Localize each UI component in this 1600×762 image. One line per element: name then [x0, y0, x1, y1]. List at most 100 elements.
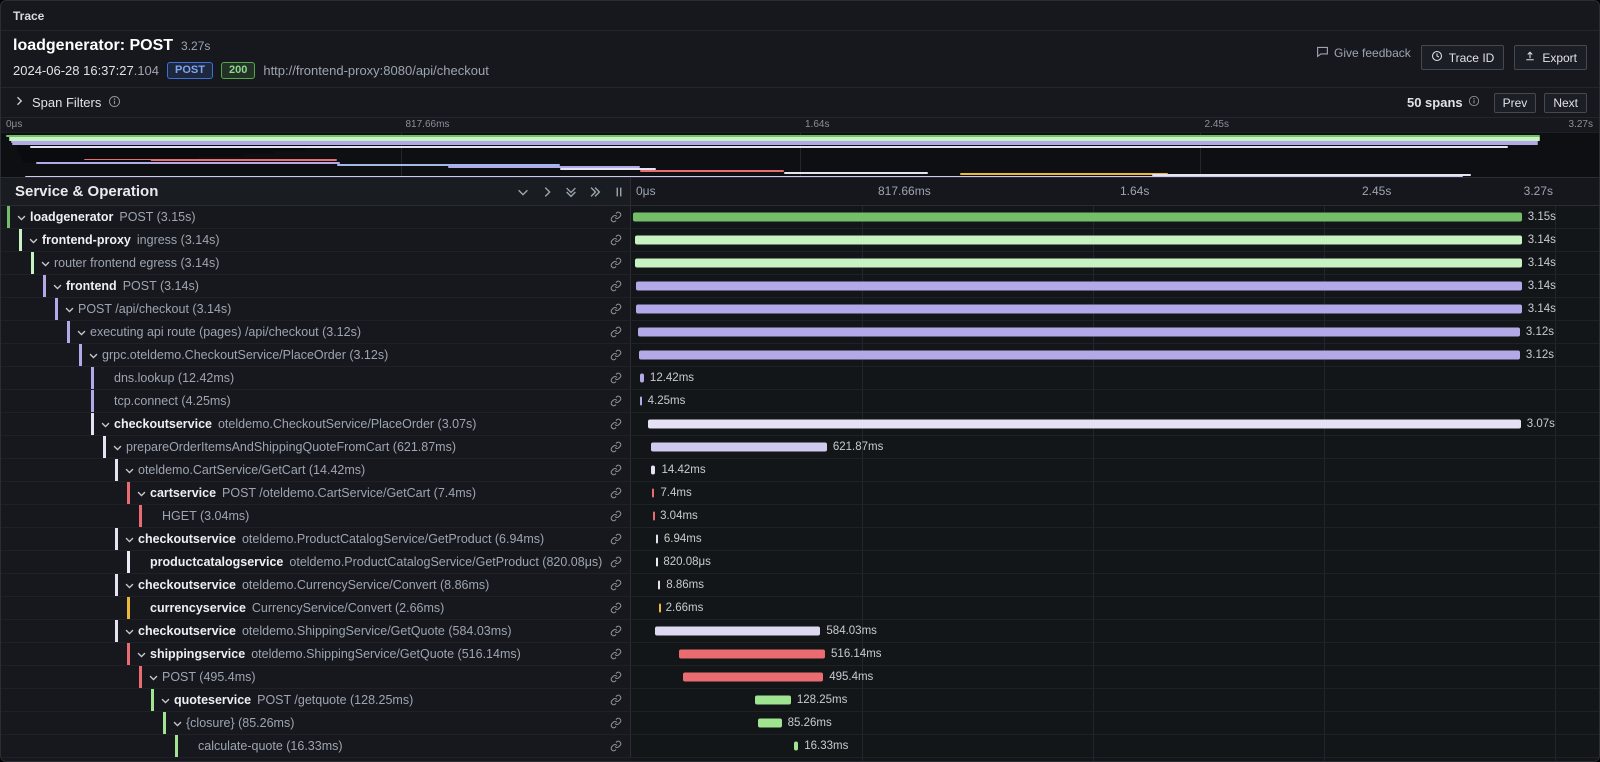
span-bar-cell[interactable]: 4.25ms [631, 390, 1599, 412]
span-collapse-chevron[interactable] [172, 718, 186, 729]
span-bar-cell[interactable]: 16.33ms [631, 735, 1599, 757]
span-bar-cell[interactable]: 820.08μs [631, 551, 1599, 573]
span-duration-bar[interactable] [755, 696, 791, 705]
span-bar-cell[interactable]: 2.66ms [631, 597, 1599, 619]
span-duration-bar[interactable] [638, 328, 1519, 337]
expand-one-icon[interactable] [540, 185, 554, 199]
span-link-icon[interactable] [610, 625, 622, 637]
span-name-cell[interactable]: POST /api/checkout (3.14s) [1, 298, 631, 320]
span-collapse-chevron[interactable] [124, 465, 138, 476]
span-link-icon[interactable] [610, 303, 622, 315]
span-bar-cell[interactable]: 3.14s [631, 275, 1599, 297]
span-name-cell[interactable]: POST (495.4ms) [1, 666, 631, 688]
span-name-cell[interactable]: prepareOrderItemsAndShippingQuoteFromCar… [1, 436, 631, 458]
span-bar-cell[interactable]: 128.25ms [631, 689, 1599, 711]
span-link-icon[interactable] [610, 326, 622, 338]
span-name-cell[interactable]: HGET (3.04ms) [1, 505, 631, 527]
span-link-icon[interactable] [610, 487, 622, 499]
collapse-all-icon[interactable] [564, 185, 578, 199]
span-bar-cell[interactable]: 3.12s [631, 344, 1599, 366]
span-link-icon[interactable] [610, 510, 622, 522]
span-link-icon[interactable] [610, 740, 622, 752]
trace-id-button[interactable]: Trace ID [1421, 45, 1505, 70]
span-name-cell[interactable]: frontend POST (3.14s) [1, 275, 631, 297]
span-link-icon[interactable] [610, 671, 622, 683]
span-name-cell[interactable]: tcp.connect (4.25ms) [1, 390, 631, 412]
span-duration-bar[interactable] [659, 604, 661, 613]
span-name-cell[interactable]: calculate-quote (16.33ms) [1, 735, 631, 757]
column-resize-handle[interactable] [612, 185, 626, 199]
span-name-cell[interactable]: checkoutservice oteldemo.CheckoutService… [1, 413, 631, 435]
span-duration-bar[interactable] [648, 420, 1521, 429]
trace-minimap[interactable]: 0μs817.66ms1.64s2.45s3.27s [1, 117, 1599, 178]
span-name-cell[interactable]: currencyservice CurrencyService/Convert … [1, 597, 631, 619]
span-collapse-chevron[interactable] [136, 649, 150, 660]
span-duration-bar[interactable] [655, 627, 820, 636]
span-collapse-chevron[interactable] [64, 304, 78, 315]
span-bar-cell[interactable]: 14.42ms [631, 459, 1599, 481]
span-link-icon[interactable] [610, 257, 622, 269]
span-name-cell[interactable]: dns.lookup (12.42ms) [1, 367, 631, 389]
span-duration-bar[interactable] [656, 535, 658, 544]
give-feedback-link[interactable]: Give feedback [1316, 45, 1411, 61]
span-duration-bar[interactable] [652, 489, 654, 498]
span-collapse-chevron[interactable] [124, 534, 138, 545]
span-collapse-chevron[interactable] [16, 212, 30, 223]
span-collapse-chevron[interactable] [124, 626, 138, 637]
span-link-icon[interactable] [610, 372, 622, 384]
span-name-cell[interactable]: executing api route (pages) /api/checkou… [1, 321, 631, 343]
span-bar-cell[interactable]: 3.14s [631, 298, 1599, 320]
span-filters-toggle[interactable]: Span Filters [13, 95, 121, 111]
span-duration-bar[interactable] [635, 236, 1522, 245]
span-name-cell[interactable]: checkoutservice oteldemo.CurrencyService… [1, 574, 631, 596]
span-bar-cell[interactable]: 584.03ms [631, 620, 1599, 642]
span-bar-cell[interactable]: 3.14s [631, 252, 1599, 274]
span-name-cell[interactable]: loadgenerator POST (3.15s) [1, 206, 631, 228]
span-bar-cell[interactable]: 8.86ms [631, 574, 1599, 596]
span-collapse-chevron[interactable] [76, 327, 90, 338]
span-duration-bar[interactable] [679, 650, 825, 659]
next-span-button[interactable]: Next [1544, 93, 1587, 113]
span-bar-cell[interactable]: 85.26ms [631, 712, 1599, 734]
span-name-cell[interactable]: oteldemo.CartService/GetCart (14.42ms) [1, 459, 631, 481]
export-button[interactable]: Export [1514, 45, 1587, 70]
span-link-icon[interactable] [610, 418, 622, 430]
span-bar-cell[interactable]: 3.15s [631, 206, 1599, 228]
span-link-icon[interactable] [610, 556, 622, 568]
span-link-icon[interactable] [610, 717, 622, 729]
span-collapse-chevron[interactable] [28, 235, 42, 246]
span-duration-bar[interactable] [639, 351, 1520, 360]
span-collapse-chevron[interactable] [160, 695, 174, 706]
span-bar-cell[interactable]: 7.4ms [631, 482, 1599, 504]
span-collapse-chevron[interactable] [148, 672, 162, 683]
span-duration-bar[interactable] [640, 397, 642, 406]
span-duration-bar[interactable] [794, 742, 799, 751]
span-bar-cell[interactable]: 621.87ms [631, 436, 1599, 458]
span-link-icon[interactable] [610, 694, 622, 706]
span-link-icon[interactable] [610, 464, 622, 476]
span-link-icon[interactable] [610, 602, 622, 614]
span-link-icon[interactable] [610, 280, 622, 292]
span-link-icon[interactable] [610, 648, 622, 660]
span-duration-bar[interactable] [640, 374, 644, 383]
span-link-icon[interactable] [610, 533, 622, 545]
span-duration-bar[interactable] [651, 443, 827, 452]
span-link-icon[interactable] [610, 579, 622, 591]
span-collapse-chevron[interactable] [88, 350, 102, 361]
span-duration-bar[interactable] [653, 512, 655, 521]
span-collapse-chevron[interactable] [100, 419, 114, 430]
span-duration-bar[interactable] [635, 259, 1522, 268]
span-duration-bar[interactable] [636, 305, 1522, 314]
span-name-cell[interactable]: shippingservice oteldemo.ShippingService… [1, 643, 631, 665]
span-collapse-chevron[interactable] [112, 442, 126, 453]
span-collapse-chevron[interactable] [52, 281, 66, 292]
span-bar-cell[interactable]: 3.07s [631, 413, 1599, 435]
span-name-cell[interactable]: quoteservice POST /getquote (128.25ms) [1, 689, 631, 711]
span-bar-cell[interactable]: 3.12s [631, 321, 1599, 343]
span-bar-cell[interactable]: 12.42ms [631, 367, 1599, 389]
span-duration-bar[interactable] [636, 282, 1522, 291]
span-name-cell[interactable]: checkoutservice oteldemo.ProductCatalogS… [1, 528, 631, 550]
span-collapse-chevron[interactable] [124, 580, 138, 591]
span-bar-cell[interactable]: 3.14s [631, 229, 1599, 251]
span-duration-bar[interactable] [658, 581, 660, 590]
